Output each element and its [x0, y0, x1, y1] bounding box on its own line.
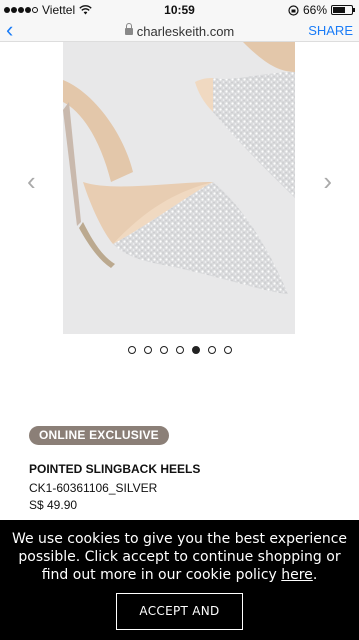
battery-icon [331, 5, 355, 15]
product-price: S$ 49.90 [29, 498, 78, 512]
carousel-dot[interactable] [127, 346, 136, 354]
address-bar: ‹ charleskeith.com SHARE [0, 19, 359, 42]
carousel-dot[interactable] [175, 346, 184, 354]
status-right: 66% [288, 3, 355, 17]
battery-fill [333, 7, 345, 13]
carousel-dot[interactable] [143, 346, 152, 354]
status-bar: Viettel 10:59 66% [0, 0, 359, 20]
product-sku: CK1-60361106_SILVER [29, 481, 158, 495]
share-button[interactable]: SHARE [308, 23, 353, 38]
carousel-dot[interactable] [223, 346, 232, 354]
lock-icon [124, 23, 133, 35]
url-field[interactable]: charleskeith.com [0, 23, 359, 39]
cookie-message: We use cookies to give you the best expe… [8, 530, 351, 584]
cookie-text-end: . [312, 567, 318, 583]
cookie-policy-link[interactable]: here [281, 567, 313, 583]
carousel-dot[interactable] [159, 346, 168, 354]
carousel-dot[interactable] [191, 346, 200, 354]
previous-image-button[interactable]: ‹ [27, 168, 36, 194]
product-image[interactable] [63, 42, 295, 334]
rotation-lock-icon [288, 4, 299, 16]
online-exclusive-badge: ONLINE EXCLUSIVE [29, 426, 169, 445]
next-image-button[interactable]: › [323, 168, 332, 194]
product-name: POINTED SLINGBACK HEELS [29, 462, 201, 476]
url-text: charleskeith.com [136, 24, 235, 39]
battery-percent: 66% [302, 3, 327, 17]
accept-and-close-button[interactable]: ACCEPT AND CLOSE [116, 593, 243, 640]
carousel-dot[interactable] [207, 346, 216, 354]
carousel-dots [0, 346, 359, 354]
shoe-photo [63, 42, 295, 334]
cookie-banner: We use cookies to give you the best expe… [0, 520, 359, 640]
